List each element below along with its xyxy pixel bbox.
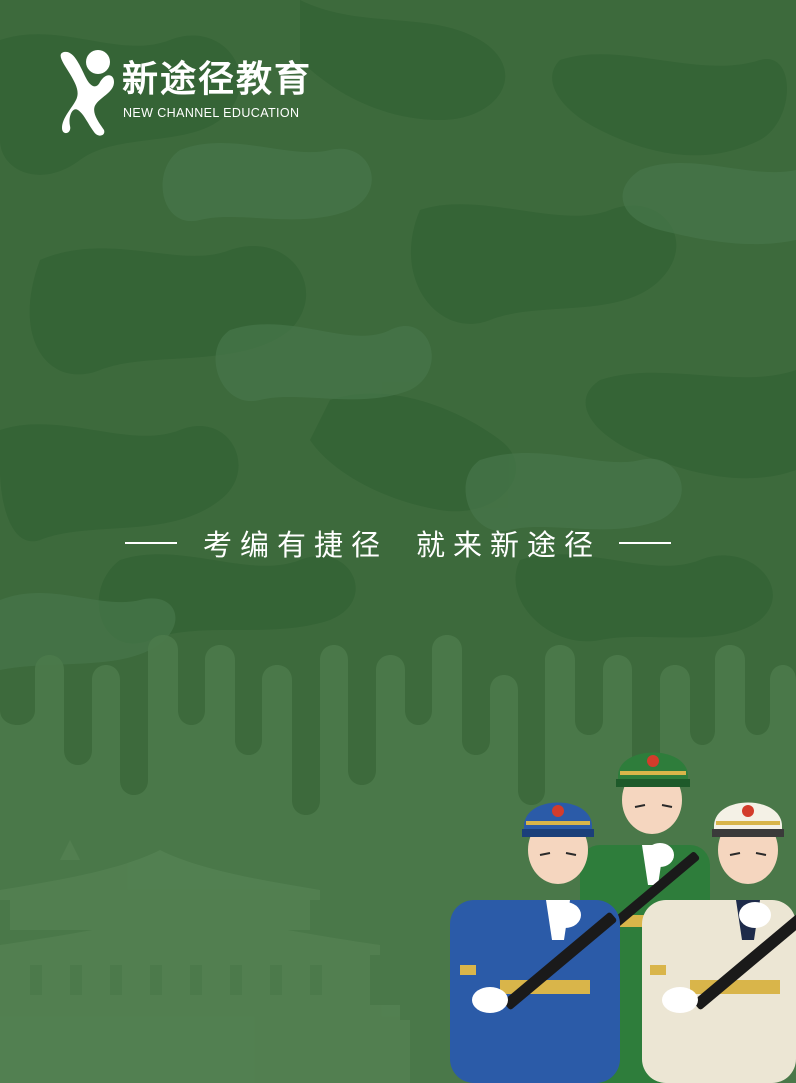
honor-guard-soldiers-illustration xyxy=(450,752,796,1083)
slogan-part-1: 考编有捷径 xyxy=(202,528,388,562)
slogan-dash-right xyxy=(619,542,672,544)
person-x-logo-icon xyxy=(60,50,114,136)
brand-logo: 新途径教育 NEW CHANNEL EDUCATION xyxy=(60,48,330,138)
brand-name-en: NEW CHANNEL EDUCATION xyxy=(123,106,300,120)
slogan: 考编有捷径 就来新途径 xyxy=(0,518,796,568)
slogan-dash-left xyxy=(124,542,177,544)
blue-soldier-figure xyxy=(450,802,620,1083)
tiananmen-gate-silhouette-icon xyxy=(0,840,410,1083)
poster: 新途径教育 NEW CHANNEL EDUCATION 考编有捷径 就来新途径 xyxy=(0,0,796,1083)
brand-name-cn: 新途径教育 xyxy=(122,59,313,100)
slogan-text: 考编有捷径 就来新途径 xyxy=(203,522,601,564)
slogan-part-2: 就来新途径 xyxy=(416,528,602,562)
